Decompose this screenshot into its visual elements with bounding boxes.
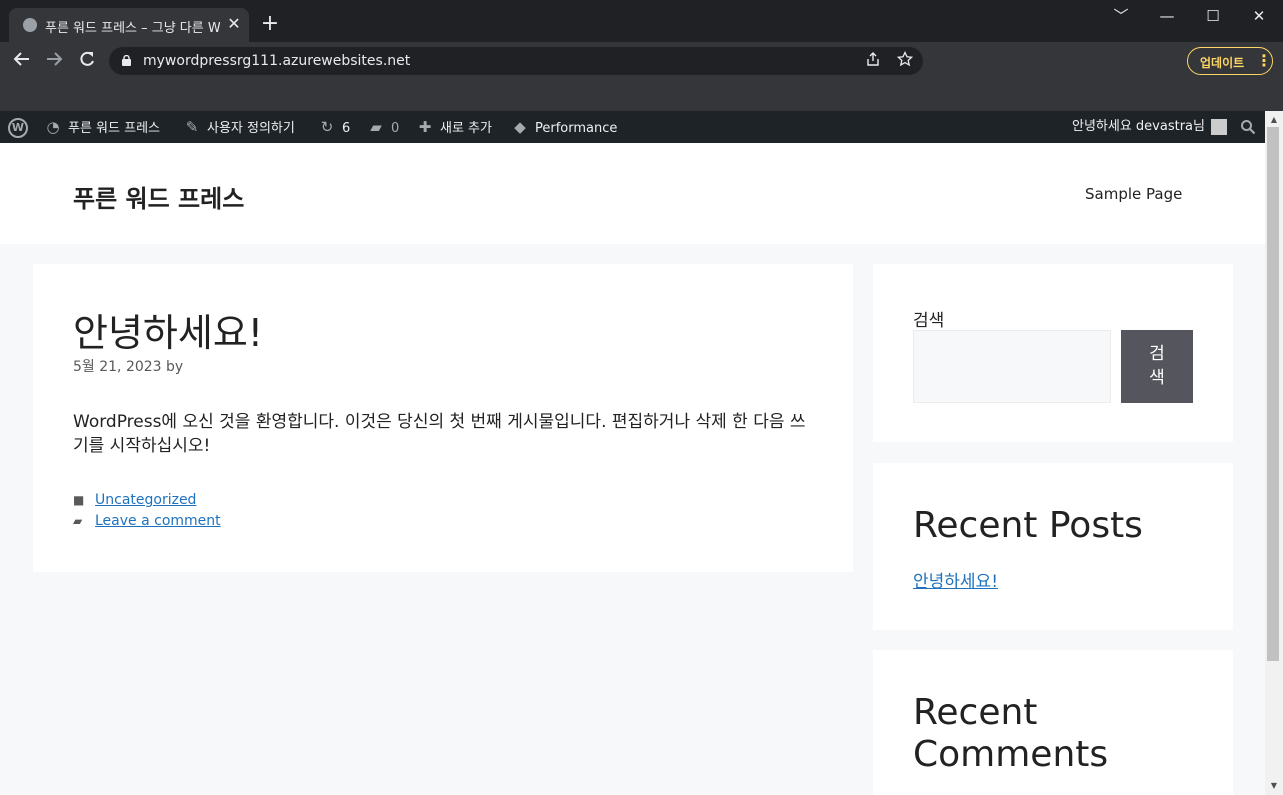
recent-posts-heading: Recent Posts — [913, 505, 1143, 546]
updates-icon: ↻ — [320, 118, 334, 136]
tab-title: 푸른 워드 프레스 – 그냥 다른 W — [45, 21, 220, 35]
post-comments: ▰ Leave a comment — [73, 513, 473, 533]
admin-updates[interactable]: ↻ 6 — [318, 111, 351, 143]
address-bar[interactable]: mywordpressrg111.azurewebsites.net — [109, 47, 923, 75]
admin-comments[interactable]: ▰ 0 — [367, 111, 399, 143]
browser-chrome: 푸른 워드 프레스 – 그냥 다른 W ✕ + ﹀ — ☐ ✕ mywordpr… — [0, 0, 1283, 111]
post-meta: 5월 21, 2023 by — [73, 359, 184, 375]
post-category: ■ Uncategorized — [73, 492, 473, 512]
recent-comments-heading: Recent Comments — [913, 692, 1109, 775]
dashboard-icon: ◔ — [46, 118, 60, 136]
admin-new-content[interactable]: ✚ 새로 추가 — [416, 111, 492, 143]
scroll-down-arrow-icon[interactable]: ▼ — [1265, 779, 1283, 793]
brush-icon: ✎ — [185, 118, 199, 136]
nav-item-sample-page[interactable]: Sample Page — [1085, 185, 1182, 203]
post-article: 안녕하세요! 5월 21, 2023 by WordPress에 오신 것을 환… — [33, 264, 853, 572]
admin-customize[interactable]: ✎ 사용자 정의하기 — [183, 111, 295, 143]
search-label: 검색 — [913, 311, 945, 331]
admin-customize-label: 사용자 정의하기 — [207, 121, 295, 136]
page-scrollbar[interactable]: ▲ ▼ — [1265, 111, 1283, 795]
performance-cube-icon: ◆ — [514, 118, 526, 136]
avatar — [1210, 118, 1227, 135]
wp-admin-bar: W ◔ 푸른 워드 프레스 ✎ 사용자 정의하기 ↻ 6 ▰ 0 ✚ 새로 추가 ◆ Per… — [0, 111, 1283, 143]
account-greeting: 안녕하세요 devastra님 — [1072, 119, 1205, 134]
minimize-button[interactable]: — — [1153, 4, 1181, 28]
browser-toolbar: mywordpressrg111.azurewebsites.net 업데이트 … — [0, 42, 1283, 80]
search-input[interactable] — [913, 330, 1111, 403]
url-text[interactable]: mywordpressrg111.azurewebsites.net — [143, 53, 410, 69]
admin-new-content-label: 새로 추가 — [440, 121, 492, 136]
admin-search-icon[interactable] — [1240, 111, 1256, 143]
bookmarks-area — [0, 80, 1283, 111]
close-window-button[interactable]: ✕ — [1245, 4, 1273, 28]
admin-site-name[interactable]: ◔ 푸른 워드 프레스 — [44, 111, 160, 143]
update-button[interactable]: 업데이트 ⋮ — [1187, 47, 1273, 75]
comments-count: 0 — [391, 121, 400, 136]
new-tab-button[interactable]: + — [259, 13, 281, 35]
plus-icon: ✚ — [418, 118, 432, 136]
lock-icon[interactable] — [122, 55, 131, 66]
recent-post-link[interactable]: 안녕하세요! — [913, 567, 998, 592]
tab-strip: 푸른 워드 프레스 – 그냥 다른 W ✕ + ﹀ — ☐ ✕ — [0, 0, 1283, 42]
search-button[interactable]: 검색 — [1121, 330, 1193, 403]
recent-posts-widget: Recent Posts 안녕하세요! — [873, 463, 1233, 630]
admin-performance-label: Performance — [535, 121, 618, 136]
category-link[interactable]: Uncategorized — [95, 492, 196, 508]
admin-site-name-label: 푸른 워드 프레스 — [68, 121, 160, 136]
comments-icon: ▰ — [73, 514, 83, 528]
kebab-menu-icon: ⋮ — [1256, 51, 1272, 70]
reload-icon[interactable] — [75, 50, 99, 72]
globe-icon — [23, 18, 37, 32]
site-header: 푸른 워드 프레스 Sample Page — [0, 143, 1265, 244]
scrollbar-thumb[interactable] — [1267, 127, 1279, 661]
star-icon[interactable] — [895, 50, 915, 71]
scroll-up-arrow-icon[interactable]: ▲ — [1265, 113, 1283, 127]
site-title[interactable]: 푸른 워드 프레스 — [73, 179, 244, 214]
folder-icon: ■ — [73, 493, 85, 507]
update-label: 업데이트 — [1200, 56, 1245, 70]
comment-bubble-icon: ▰ — [370, 118, 382, 136]
search-button-label: 검색 — [1149, 344, 1165, 388]
admin-account[interactable]: 안녕하세요 devastra님 — [1072, 111, 1227, 143]
post-title[interactable]: 안녕하세요! — [73, 302, 263, 357]
tab-close-icon[interactable]: ✕ — [225, 14, 243, 34]
back-icon[interactable] — [10, 50, 34, 72]
wordpress-logo-icon[interactable]: W — [8, 118, 28, 138]
tab-search-icon[interactable]: ﹀ — [1107, 4, 1135, 28]
updates-count: 6 — [342, 121, 351, 136]
browser-tab[interactable]: 푸른 워드 프레스 – 그냥 다른 W ✕ — [9, 8, 249, 42]
admin-performance[interactable]: ◆ Performance — [511, 111, 617, 143]
share-icon[interactable] — [863, 51, 883, 71]
maximize-button[interactable]: ☐ — [1199, 4, 1227, 28]
post-body: WordPress에 오신 것을 환영합니다. 이것은 당신의 첫 번째 게시물… — [73, 412, 806, 456]
recent-comments-widget: Recent Comments — [873, 650, 1233, 795]
search-widget: 검색 검색 — [873, 264, 1233, 442]
forward-icon[interactable] — [42, 50, 66, 72]
leave-comment-link[interactable]: Leave a comment — [95, 513, 221, 529]
